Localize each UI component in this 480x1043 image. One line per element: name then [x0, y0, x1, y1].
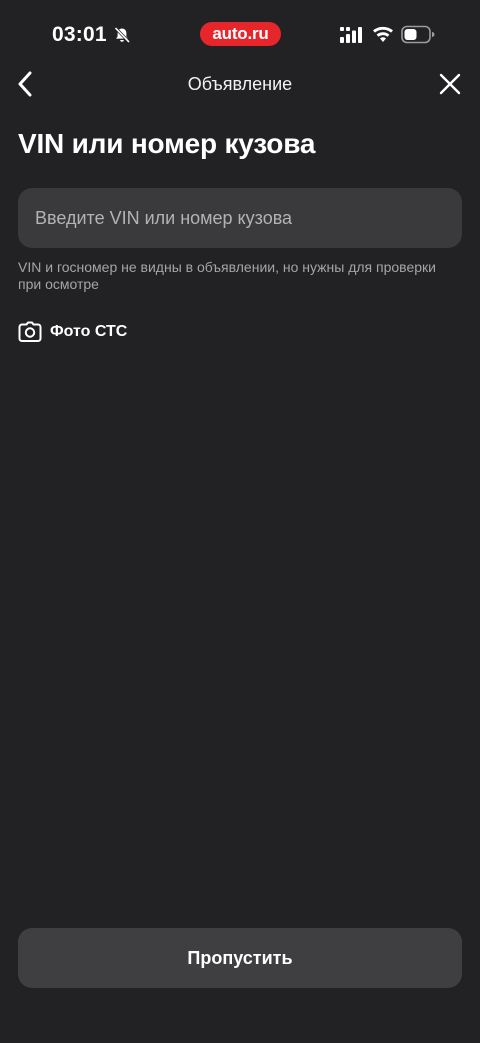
- battery-icon: [401, 25, 435, 44]
- close-icon: [439, 73, 461, 100]
- vin-input[interactable]: [18, 188, 462, 248]
- hint-text: VIN и госномер не видны в объявлении, но…: [18, 259, 436, 292]
- photo-sts-button[interactable]: Фото СТС: [18, 318, 127, 346]
- brand-logo: auto.ru: [200, 22, 281, 46]
- page-title: VIN или номер кузова: [18, 128, 316, 159]
- status-time: 03:01: [52, 23, 107, 46]
- close-button[interactable]: [434, 70, 466, 102]
- wifi-icon: [372, 25, 394, 43]
- camera-icon: [18, 321, 42, 343]
- skip-button[interactable]: Пропустить: [18, 928, 462, 988]
- status-bar: 03:01 auto.ru: [0, 0, 480, 70]
- nav-title: Объявление: [187, 74, 293, 94]
- photo-sts-label: Фото СТС: [50, 323, 128, 340]
- bell-off-icon: [113, 26, 131, 44]
- nav-bar: Объявление: [0, 64, 480, 108]
- signal-icon: [340, 27, 362, 43]
- screen: 03:01 auto.ru Объявление VIN или номер к…: [0, 0, 480, 1043]
